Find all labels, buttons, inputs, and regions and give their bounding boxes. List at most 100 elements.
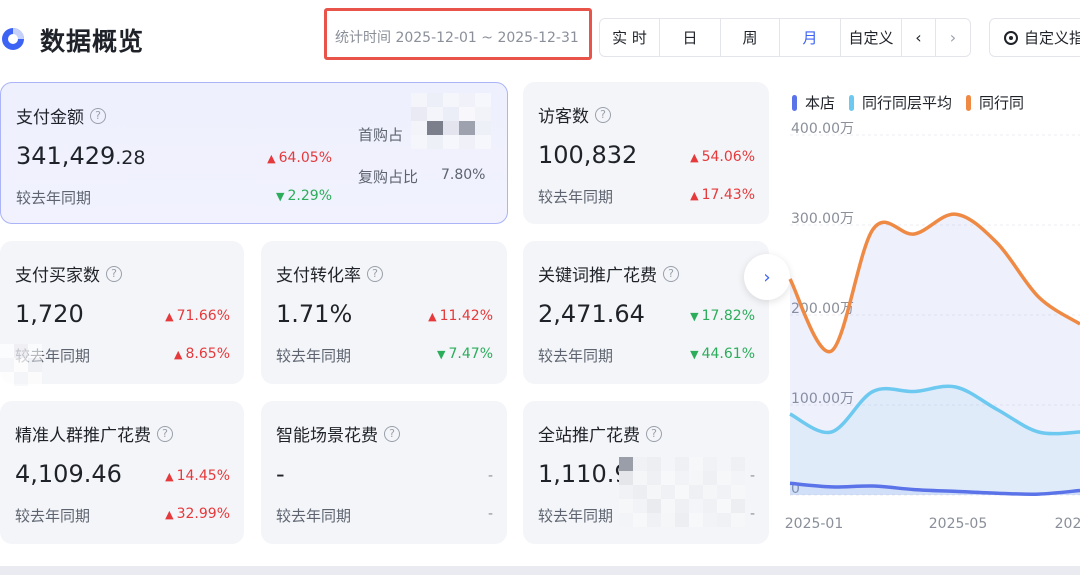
card-title: 精准人群推广花费 ? [15, 421, 173, 446]
yoy-value: 44.61% [701, 346, 755, 362]
period-switcher: 实 时 日 周 月 自定义 ‹ › [599, 18, 971, 57]
up-arrow-icon: ▲ [165, 310, 174, 323]
card-value: 1,110.9 [538, 460, 630, 488]
change-value: 71.66% [176, 308, 230, 324]
metric-card-site-spend[interactable]: 全站推广花费 ? 1,110.9 - 较去年同期 - [523, 401, 769, 544]
yoy-label: 较去年同期 [276, 507, 352, 525]
yoy-label: 较去年同期 [15, 507, 91, 525]
up-arrow-icon: ▲ [165, 470, 174, 483]
metric-card-scene-spend[interactable]: 智能场景花费 ? - - 较去年同期 - [261, 401, 507, 544]
trend-chart: 本店 同行同层平均 同行同 400.00万300.00万200.00万100.0… [780, 72, 1080, 542]
card-yoy: ▼ 2.29% [276, 188, 332, 204]
card-yoy: ▲ 17.43% [690, 187, 755, 203]
chart-canvas: 400.00万300.00万200.00万100.00万02025-012025… [785, 121, 1080, 532]
card-title: 关键词推广花费 ? [538, 261, 679, 286]
legend-swatch [792, 94, 797, 111]
legend-item-store[interactable]: 本店 [792, 92, 835, 113]
card-yoy: ▼ 44.61% [690, 346, 755, 362]
change-value: 14.45% [176, 468, 230, 484]
help-icon[interactable]: ? [595, 106, 611, 123]
card-change: - [749, 468, 755, 484]
blurred-region [619, 457, 745, 527]
yoy-label: 较去年同期 [276, 347, 352, 365]
repeat-purchase-label: 复购占比 [358, 168, 419, 186]
period-week-button[interactable]: 周 [721, 19, 780, 56]
change-value: 64.05% [278, 150, 332, 166]
card-title: 支付买家数 ? [15, 261, 122, 286]
card-title-text: 支付转化率 [276, 266, 361, 286]
page-title: 数据概览 [40, 27, 145, 56]
card-value: 1,720 [15, 300, 84, 328]
up-arrow-icon: ▲ [428, 310, 437, 323]
card-value: - [276, 460, 285, 488]
change-value: 17.82% [701, 308, 755, 324]
value-integer: 341,429 [16, 142, 116, 170]
card-value: 2,471.64 [538, 300, 645, 328]
card-title: 全站推广花费 ? [538, 421, 662, 446]
down-arrow-icon: ▼ [276, 190, 285, 203]
x-tick-label: 2025-05 [929, 516, 988, 532]
value-decimal: .28 [115, 147, 146, 169]
legend-label: 本店 [805, 94, 836, 112]
next-period-button[interactable]: › [936, 19, 970, 56]
card-yoy: ▼ 7.47% [437, 346, 493, 362]
legend-item-peer-avg[interactable]: 同行同层平均 [849, 92, 952, 113]
repeat-purchase-value: 7.80% [441, 167, 486, 183]
down-arrow-icon: ▼ [437, 348, 446, 361]
legend-item-peer-top[interactable]: 同行同 [966, 92, 1024, 113]
period-realtime-button[interactable]: 实 时 [600, 19, 660, 56]
legend-swatch [966, 94, 972, 111]
metric-card-conversion[interactable]: 支付转化率 ? 1.71% ▲ 11.42% 较去年同期 ▼ 7.47% [261, 241, 507, 384]
help-icon[interactable]: ? [157, 425, 173, 442]
help-icon[interactable]: ? [90, 107, 106, 124]
card-yoy: - [487, 506, 493, 522]
yoy-value: 2.29% [287, 188, 332, 204]
period-custom-button[interactable]: 自定义 [841, 19, 902, 56]
down-arrow-icon: ▼ [690, 348, 699, 361]
change-value: 11.42% [439, 308, 493, 324]
card-title-text: 智能场景花费 [276, 426, 378, 446]
legend-label: 同行同 [979, 94, 1025, 112]
up-arrow-icon: ▲ [267, 152, 276, 165]
date-range-picker[interactable]: 统计时间 2025-12-01 ~ 2025-12-31 [324, 8, 592, 60]
custom-metric-button[interactable]: 自定义指 [989, 18, 1080, 57]
x-tick-label: 202 [1055, 516, 1080, 532]
period-month-button[interactable]: 月 [780, 19, 841, 56]
card-title-text: 全站推广花费 [538, 426, 640, 446]
yoy-value: 17.43% [701, 187, 755, 203]
yoy-label: 较去年同期 [538, 188, 614, 206]
card-change: ▼ 17.82% [690, 308, 755, 324]
up-arrow-icon: ▲ [165, 508, 174, 521]
bottom-divider [0, 566, 1080, 575]
help-icon[interactable]: ? [384, 425, 400, 442]
card-value: 4,109.46 [15, 460, 122, 488]
custom-metric-label: 自定义指 [1024, 29, 1080, 47]
card-change: ▲ 11.42% [428, 308, 493, 324]
yoy-value: 8.65% [185, 346, 230, 362]
card-change: ▲ 71.66% [165, 308, 230, 324]
help-icon[interactable]: ? [663, 265, 679, 282]
yoy-value: 32.99% [176, 506, 230, 522]
help-icon[interactable]: ? [367, 265, 383, 282]
up-arrow-icon: ▲ [690, 151, 699, 164]
metric-card-buyers[interactable]: 支付买家数 ? 1,720 ▲ 71.66% 较去年同期 ▲ 8.65% [0, 241, 244, 386]
card-title-text: 关键词推广花费 [538, 266, 657, 286]
card-title-text: 精准人群推广花费 [15, 426, 151, 446]
metric-card-audience-spend[interactable]: 精准人群推广花费 ? 4,109.46 ▲ 14.45% 较去年同期 ▲ 32.99… [0, 401, 244, 544]
settings-icon [1004, 30, 1018, 45]
down-arrow-icon: ▼ [690, 310, 699, 323]
card-title-text: 支付金额 [16, 108, 84, 128]
yoy-label: 较去年同期 [538, 507, 614, 525]
metric-card-visitors[interactable]: 访客数 ? 100,832 ▲ 54.06% 较去年同期 ▲ 17.43% [523, 82, 769, 224]
help-icon[interactable]: ? [646, 425, 662, 442]
legend-swatch [849, 94, 855, 111]
logo-icon [2, 28, 24, 50]
metric-card-keyword-spend[interactable]: 关键词推广花费 ? 2,471.64 ▼ 17.82% 较去年同期 ▼ 44.61% [523, 241, 769, 384]
card-yoy: - [749, 506, 755, 522]
blurred-region [0, 344, 42, 386]
metric-card-pay-amount[interactable]: 支付金额 ? 341,429.28 ▲ 64.05% 较去年同期 ▼ 2.29% 首… [0, 82, 508, 224]
prev-period-button[interactable]: ‹ [902, 19, 936, 56]
card-value: 100,832 [538, 141, 638, 169]
help-icon[interactable]: ? [106, 265, 122, 282]
period-day-button[interactable]: 日 [660, 19, 721, 56]
